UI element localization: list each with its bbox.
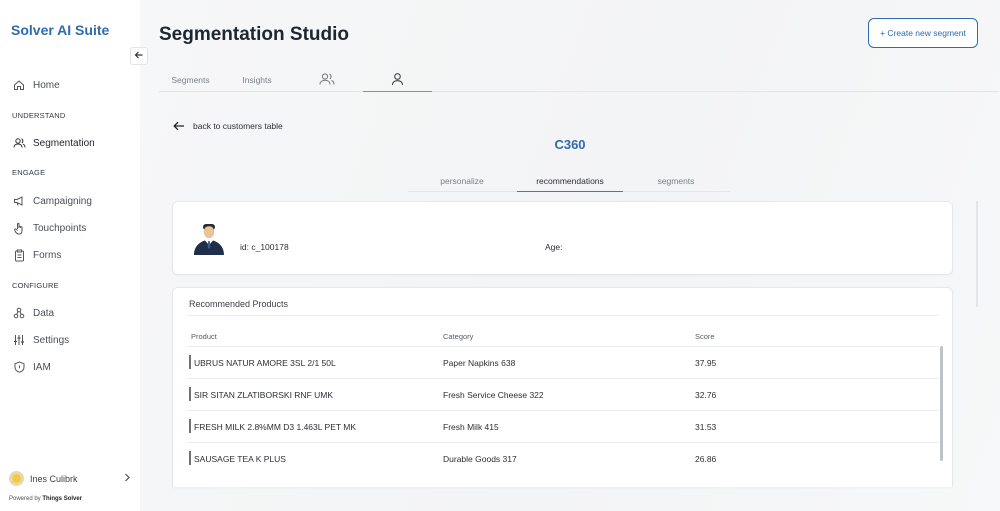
column-header-score[interactable]: Score	[695, 332, 715, 341]
sidebar-item-label: Settings	[33, 334, 70, 346]
cell-product: SIR SITAN ZLATIBORSKI RNF UMK	[194, 390, 334, 400]
section-understand: UNDERSTAND	[12, 111, 66, 120]
cell-score: 37.95	[695, 358, 717, 368]
tab-insights[interactable]: Insights	[232, 68, 282, 92]
user-name: Ines Culibrk	[30, 473, 78, 484]
user-menu[interactable]: Ines Culibrk	[9, 471, 131, 486]
sidebar: Solver AI Suite Home UNDERSTAND Segmenta…	[0, 0, 140, 511]
cell-score: 32.76	[695, 390, 717, 400]
tab-recommendations[interactable]: recommendations	[517, 170, 623, 192]
divider	[187, 315, 939, 316]
top-tabs: Segments Insights	[159, 68, 999, 92]
row-marker	[189, 451, 191, 465]
back-link-label: back to customers table	[193, 121, 283, 131]
customer-tabs: personalize recommendations segments	[408, 170, 730, 192]
avatar	[9, 471, 24, 486]
sidebar-item-campaigning[interactable]: Campaigning	[12, 194, 92, 208]
section-engage: ENGAGE	[12, 168, 46, 177]
table-row[interactable]: FRESH MILK 2.8%MM D3 1.463L PET MK Fresh…	[187, 410, 939, 442]
sidebar-item-segmentation[interactable]: Segmentation	[12, 136, 95, 150]
sidebar-item-label: Touchpoints	[33, 222, 87, 234]
page-title: Segmentation Studio	[159, 24, 349, 45]
sidebar-item-label: Forms	[33, 249, 62, 261]
row-marker	[189, 387, 191, 401]
arrow-left-icon	[173, 121, 184, 131]
powered-by: Powered by Things Solver	[9, 496, 83, 502]
tab-personalize[interactable]: personalize	[426, 170, 498, 192]
sidebar-item-iam[interactable]: IAM	[12, 360, 51, 374]
brand-logo[interactable]: Solver AI Suite	[11, 22, 109, 38]
cell-product: FRESH MILK 2.8%MM D3 1.463L PET MK	[194, 422, 357, 432]
sidebar-item-label: Campaigning	[33, 195, 92, 207]
cell-category: Durable Goods 317	[443, 454, 517, 464]
tab-groups[interactable]	[307, 68, 347, 92]
table-row[interactable]: UBRUS NATUR AMORE 3SL 2/1 50L Paper Napk…	[187, 346, 939, 378]
chevron-right-icon	[123, 473, 131, 484]
shield-icon	[12, 360, 26, 374]
sidebar-item-settings[interactable]: Settings	[12, 333, 69, 347]
sidebar-item-forms[interactable]: Forms	[12, 248, 61, 262]
sidebar-item-touchpoints[interactable]: Touchpoints	[12, 221, 86, 235]
sidebar-item-label: Segmentation	[33, 137, 95, 149]
customer-id: id: c_100178	[240, 242, 289, 252]
sidebar-item-label: IAM	[33, 361, 51, 373]
page-scrollbar[interactable]	[976, 201, 978, 307]
sidebar-item-home[interactable]: Home	[12, 78, 60, 92]
cell-product: UBRUS NATUR AMORE 3SL 2/1 50L	[194, 358, 336, 368]
sidebar-item-data[interactable]: Data	[12, 306, 54, 320]
sliders-icon	[12, 333, 26, 347]
cell-category: Paper Napkins 638	[443, 358, 516, 368]
column-header-product[interactable]: Product	[191, 332, 217, 341]
back-to-customers-link[interactable]: back to customers table	[173, 121, 283, 131]
users-icon	[319, 72, 335, 88]
customer-profile-card: id: c_100178 Age:	[172, 201, 953, 275]
cell-product: SAUSAGE TEA K PLUS	[194, 454, 286, 464]
tab-customer[interactable]	[363, 68, 432, 92]
home-icon	[12, 78, 26, 92]
table-row[interactable]: SAUSAGE TEA K PLUS Durable Goods 317 26.…	[187, 442, 939, 474]
sidebar-item-label: Home	[33, 79, 60, 91]
pointer-hand-icon	[12, 221, 26, 235]
customer-age: Age:	[545, 242, 563, 252]
tab-segments-customer[interactable]: segments	[640, 170, 712, 192]
arrow-left-icon	[134, 47, 144, 65]
column-header-category[interactable]: Category	[443, 332, 473, 341]
cell-score: 31.53	[695, 422, 717, 432]
person-avatar-icon	[194, 224, 224, 255]
main-content: Segmentation Studio + Create new segment…	[140, 0, 1000, 511]
collapse-sidebar-button[interactable]	[130, 47, 148, 65]
user-icon	[391, 72, 404, 88]
data-nodes-icon	[12, 306, 26, 320]
customer-heading: C360	[554, 137, 586, 152]
sidebar-item-label: Data	[33, 307, 55, 319]
section-title: Recommended Products	[189, 299, 289, 309]
row-marker	[189, 419, 191, 433]
table-scrollbar[interactable]	[940, 346, 943, 461]
cell-category: Fresh Milk 415	[443, 422, 499, 432]
cell-category: Fresh Service Cheese 322	[443, 390, 544, 400]
row-marker	[189, 355, 191, 369]
recommended-products-card: Recommended Products Product Category Sc…	[172, 287, 953, 487]
section-configure: CONFIGURE	[12, 281, 59, 290]
clipboard-icon	[12, 248, 26, 262]
cell-score: 26.86	[695, 454, 717, 464]
megaphone-icon	[12, 194, 26, 208]
tab-segments[interactable]: Segments	[163, 68, 218, 92]
create-segment-button[interactable]: + Create new segment	[868, 18, 978, 48]
users-icon	[12, 136, 26, 150]
table-row[interactable]: SIR SITAN ZLATIBORSKI RNF UMK Fresh Serv…	[187, 378, 939, 410]
